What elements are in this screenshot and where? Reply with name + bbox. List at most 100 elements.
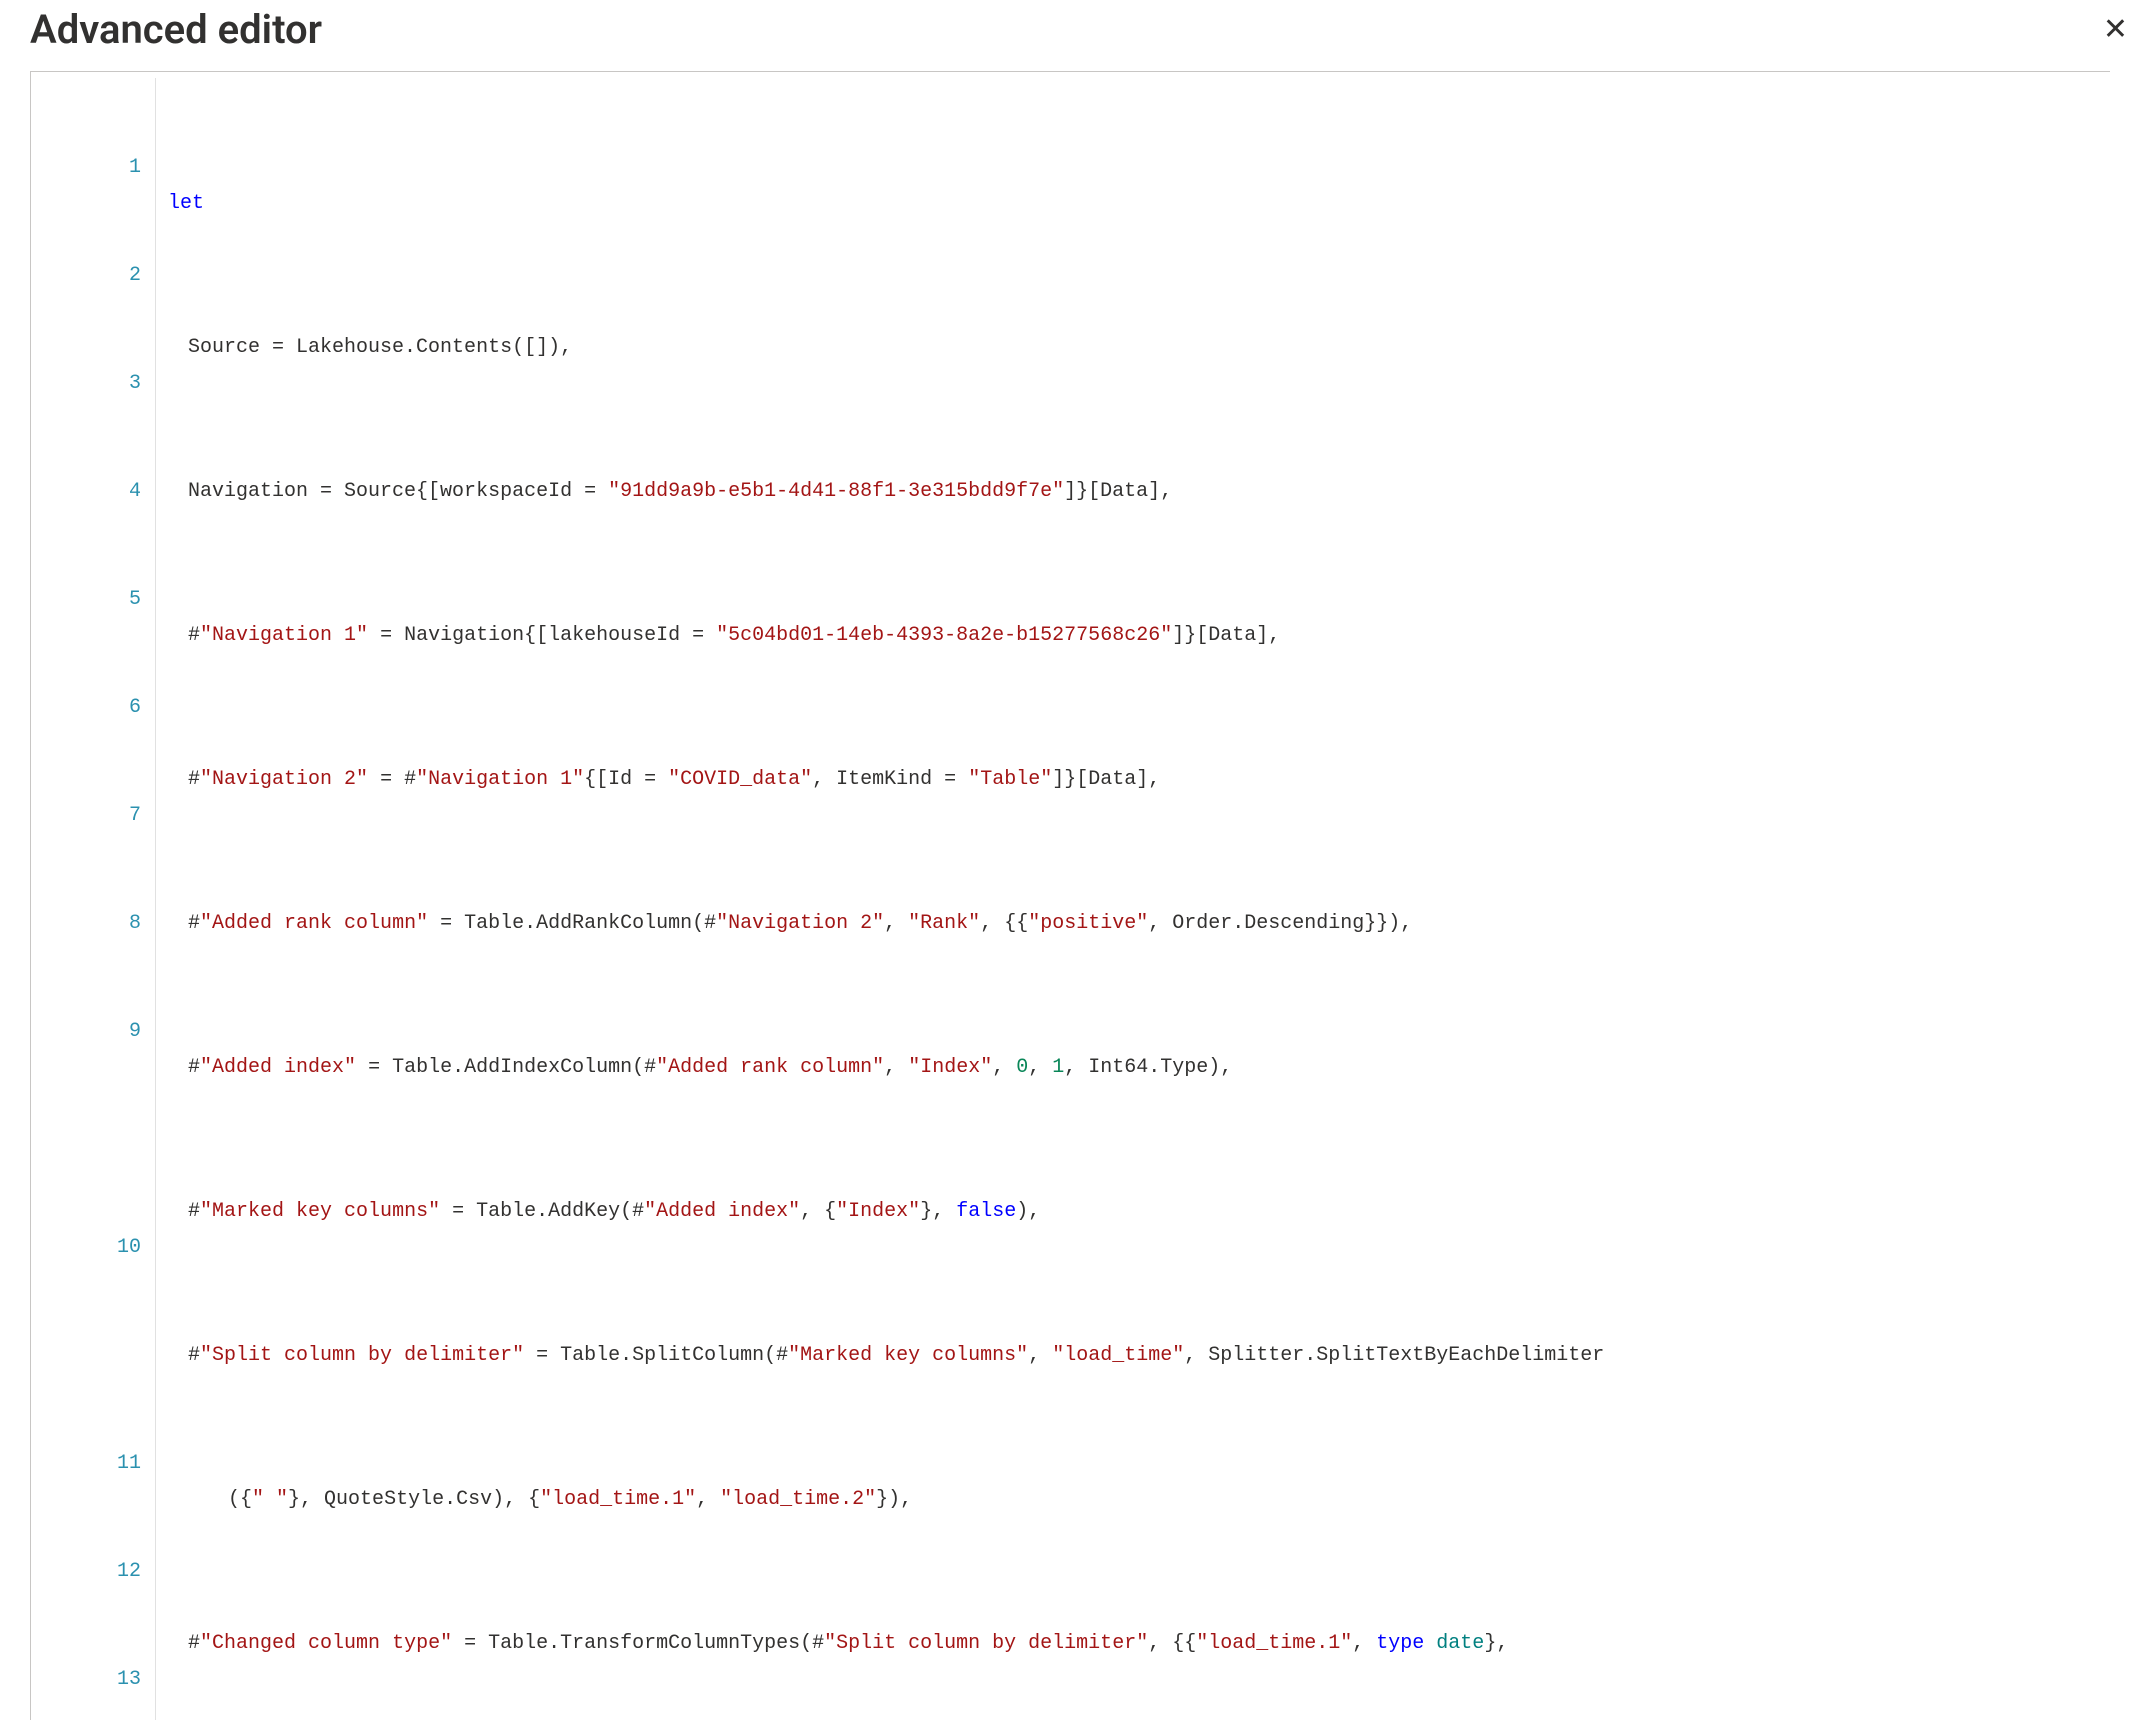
line-number: 4	[45, 474, 141, 510]
string-literal: "Changed column type"	[200, 1632, 452, 1655]
code-text: #	[188, 1632, 200, 1655]
string-literal: "Added rank column"	[656, 1056, 884, 1079]
code-text: ,	[696, 1488, 720, 1511]
string-literal: "Split column by delimiter"	[824, 1632, 1148, 1655]
string-literal: "Split column by delimiter"	[200, 1344, 524, 1367]
string-literal: "Marked key columns"	[200, 1200, 440, 1223]
string-literal: "Table"	[968, 768, 1052, 791]
code-text: = #	[368, 768, 416, 791]
code-text: ,	[992, 1056, 1016, 1079]
code-text: }),	[876, 1488, 912, 1511]
code-text: ]}[Data],	[1172, 624, 1280, 647]
string-literal: "Added index"	[200, 1056, 356, 1079]
code-line[interactable]: Source = Lakehouse.Contents([]),	[168, 330, 2110, 366]
string-literal: "Rank"	[908, 912, 980, 935]
code-text: {[Id =	[584, 768, 668, 791]
line-number: 7	[45, 798, 141, 834]
code-text: Source = Lakehouse.Contents([]),	[188, 336, 572, 359]
code-text: , Order.Descending}}),	[1148, 912, 1412, 935]
code-line[interactable]: #"Changed column type" = Table.Transform…	[168, 1626, 2110, 1662]
string-literal: "5c04bd01-14eb-4393-8a2e-b15277568c26"	[716, 624, 1172, 647]
advanced-editor-page: Advanced editor ✕ 1 2 3 4 5 6 7 8 9 10 1…	[0, 0, 2140, 1720]
code-text: Navigation = Source{[workspaceId =	[188, 480, 608, 503]
code-text: ]}[Data],	[1064, 480, 1172, 503]
code-text: = Table.TransformColumnTypes(#	[452, 1632, 824, 1655]
code-text: },	[920, 1200, 956, 1223]
code-text: #	[188, 1056, 200, 1079]
line-number: 13	[45, 1662, 141, 1698]
code-text: },	[1484, 1632, 1508, 1655]
code-text: , Int64.Type),	[1064, 1056, 1232, 1079]
page-title: Advanced editor	[30, 6, 322, 53]
code-text: , {{	[1148, 1632, 1196, 1655]
code-line[interactable]: #"Added rank column" = Table.AddRankColu…	[168, 906, 2110, 942]
line-number: 6	[45, 690, 141, 726]
code-line[interactable]: #"Added index" = Table.AddIndexColumn(#"…	[168, 1050, 2110, 1086]
code-text: , {{	[980, 912, 1028, 935]
line-number-blank	[45, 1122, 141, 1158]
line-number: 3	[45, 366, 141, 402]
line-number: 12	[45, 1554, 141, 1590]
code-area[interactable]: let Source = Lakehouse.Contents([]), Nav…	[155, 78, 2110, 1720]
code-line[interactable]: #"Split column by delimiter" = Table.Spl…	[168, 1338, 2110, 1374]
code-text: #	[188, 912, 200, 935]
code-text: #	[188, 1200, 200, 1223]
type-date: date	[1436, 1632, 1484, 1655]
string-literal: "91dd9a9b-e5b1-4d41-88f1-3e315bdd9f7e"	[608, 480, 1064, 503]
string-literal: "load_time.1"	[540, 1488, 696, 1511]
line-number: 11	[45, 1446, 141, 1482]
code-text: #	[188, 768, 200, 791]
code-text: , {	[800, 1200, 836, 1223]
code-text: ,	[1028, 1344, 1052, 1367]
code-text: #	[188, 1344, 200, 1367]
string-literal: "Navigation 1"	[416, 768, 584, 791]
editor-frame: 1 2 3 4 5 6 7 8 9 10 11 12 13 14 15	[30, 71, 2110, 1720]
code-text: ),	[1016, 1200, 1040, 1223]
code-line-wrap[interactable]: ({" "}, QuoteStyle.Csv), {"load_time.1",…	[168, 1482, 2110, 1518]
code-text: ({	[228, 1488, 252, 1511]
code-text: ,	[1352, 1632, 1376, 1655]
code-text: ,	[884, 912, 908, 935]
string-literal: "Marked key columns"	[788, 1344, 1028, 1367]
code-text: }, QuoteStyle.Csv), {	[288, 1488, 540, 1511]
line-number: 9	[45, 1014, 141, 1050]
code-text: , ItemKind =	[812, 768, 968, 791]
number-literal: 0	[1016, 1056, 1028, 1079]
code-text: , Splitter.SplitTextByEachDelimiter	[1184, 1344, 1604, 1367]
code-text: = Table.AddIndexColumn(#	[356, 1056, 656, 1079]
code-text: ]}[Data],	[1052, 768, 1160, 791]
close-icon[interactable]: ✕	[2101, 15, 2130, 45]
string-literal: "load_time.1"	[1196, 1632, 1352, 1655]
string-literal: "Navigation 1"	[200, 624, 368, 647]
string-literal: "COVID_data"	[668, 768, 812, 791]
line-number-gutter: 1 2 3 4 5 6 7 8 9 10 11 12 13 14 15	[31, 78, 155, 1720]
line-number: 1	[45, 150, 141, 186]
string-literal: "Index"	[836, 1200, 920, 1223]
code-text: ,	[884, 1056, 908, 1079]
code-line[interactable]: let	[168, 186, 2110, 222]
string-literal: "Navigation 2"	[200, 768, 368, 791]
code-line[interactable]: #"Marked key columns" = Table.AddKey(#"A…	[168, 1194, 2110, 1230]
keyword-false: false	[956, 1200, 1016, 1223]
line-number: 5	[45, 582, 141, 618]
code-text: ,	[1028, 1056, 1052, 1079]
keyword-let: let	[168, 192, 204, 215]
string-literal: "Added rank column"	[200, 912, 428, 935]
string-literal: "positive"	[1028, 912, 1148, 935]
line-number: 10	[45, 1230, 141, 1266]
number-literal: 1	[1052, 1056, 1064, 1079]
line-number: 2	[45, 258, 141, 294]
string-literal: "Added index"	[644, 1200, 800, 1223]
string-literal: "Index"	[908, 1056, 992, 1079]
code-line[interactable]: #"Navigation 1" = Navigation{[lakehouseI…	[168, 618, 2110, 654]
line-number-blank	[45, 1338, 141, 1374]
code-text: #	[188, 624, 200, 647]
code-text: = Table.SplitColumn(#	[524, 1344, 788, 1367]
code-line[interactable]: #"Navigation 2" = #"Navigation 1"{[Id = …	[168, 762, 2110, 798]
header: Advanced editor ✕	[30, 0, 2110, 71]
string-literal: "Navigation 2"	[716, 912, 884, 935]
code-text: = Navigation{[lakehouseId =	[368, 624, 716, 647]
code-line[interactable]: Navigation = Source{[workspaceId = "91dd…	[168, 474, 2110, 510]
string-literal: "load_time"	[1052, 1344, 1184, 1367]
code-editor[interactable]: 1 2 3 4 5 6 7 8 9 10 11 12 13 14 15	[31, 72, 2110, 1720]
